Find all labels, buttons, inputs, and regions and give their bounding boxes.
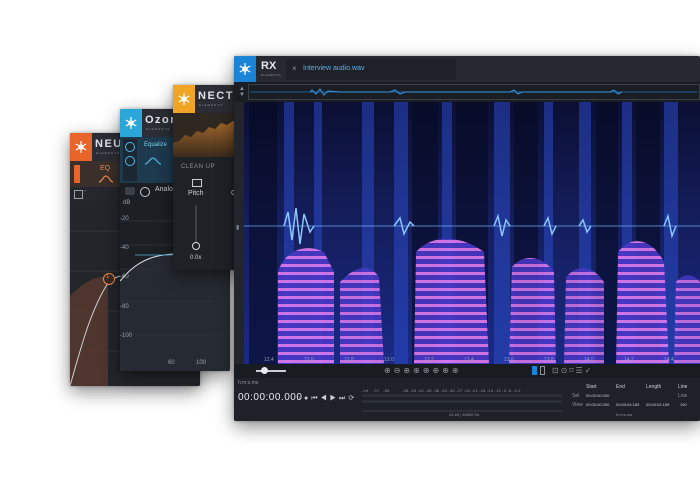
rx-tool-icons[interactable]: ⊡⊙⌑☰✓ <box>552 366 593 375</box>
rx-sel-footer: h:m:s.ms <box>616 412 633 417</box>
svg-text:13.6: 13.6 <box>504 357 514 363</box>
ozone-logo-icon <box>120 109 142 137</box>
rx-sel-header-end: End <box>616 384 625 390</box>
rx-rail-handle-icon[interactable]: ▮ <box>236 224 239 231</box>
ozone-x-tick: 60 <box>168 360 175 366</box>
ozone-globe-icon[interactable] <box>140 187 150 197</box>
rx-low-label: Low <box>678 393 688 399</box>
ozone-y-tick: -100 <box>120 333 133 339</box>
rx-overview-toggle-icon[interactable]: ▲ ▼ <box>239 86 245 98</box>
rx-meter-ticks: -inf -70 -60 -48 -45 -42 -39 -36 -33 -30… <box>362 388 521 393</box>
svg-text:12.6: 12.6 <box>304 357 314 363</box>
nectar-pitch-icon <box>192 179 202 187</box>
ozone-module-label[interactable]: Equalize <box>144 142 167 148</box>
rx-sel-row-label: Sel <box>572 393 580 399</box>
rx-overview-strip[interactable]: ▲ ▼ <box>234 82 700 102</box>
neutron-grid-icon[interactable] <box>74 190 83 199</box>
rx-hz-value[interactable]: 190 <box>680 402 687 407</box>
neutron-eq-tab[interactable]: EQ <box>100 165 110 172</box>
svg-text:13.4: 13.4 <box>464 357 474 363</box>
svg-text:12.8: 12.8 <box>344 357 354 363</box>
rx-overview-waveform <box>250 88 698 96</box>
rx-file-tab-label: Interview audio.wav <box>303 65 365 72</box>
neutron-module-indicator <box>74 165 80 183</box>
rx-sel-header-length: Length <box>646 384 662 390</box>
ozone-db-unit: dB <box>123 200 131 206</box>
nectar-section-label: CLEAN UP <box>181 164 216 170</box>
rx-window: RX ELEMENTS × Interview audio.wav ▲▼ ▮ <box>234 56 700 421</box>
svg-text:14.2: 14.2 <box>624 357 634 363</box>
rx-zoom-icons[interactable]: ⊕⊖⊕⊕⊕⊕⊕⊕ <box>384 366 462 375</box>
ozone-module-icon-2[interactable] <box>125 156 135 166</box>
rx-transport-area: h:m:s.ms 00:00:00.000 ∩●⏮◀▶⏭⟳ -inf -70 -… <box>234 378 700 421</box>
close-icon[interactable]: × <box>292 64 297 73</box>
rx-view-start-value[interactable]: 00:00:00.000 <box>586 402 609 407</box>
neutron-subtitle: ELEMENTS <box>96 151 121 155</box>
rx-bit-info: 24-bit | 48000 Hz <box>449 412 480 417</box>
svg-text:12.4: 12.4 <box>264 357 274 363</box>
rx-sel-header-start: Start <box>586 384 597 390</box>
rx-brand-sub: ELEMENTS <box>261 73 282 77</box>
nectar-pitch-label: Pitch <box>188 190 204 197</box>
rx-title-bar: RX ELEMENTS × Interview audio.wav <box>234 56 700 82</box>
rx-zoom-handle[interactable] <box>261 367 268 374</box>
ozone-subtitle: ELEMENTS <box>146 127 171 131</box>
svg-text:13.2: 13.2 <box>424 357 434 363</box>
nectar-pitch-value: 0.0x <box>190 255 202 261</box>
rx-left-rail: ▮ <box>234 102 244 364</box>
rx-sel-start-value[interactable]: 00:00:00.000 <box>586 393 609 398</box>
rx-bottom-toolbar: ⊕⊖⊕⊕⊕⊕⊕⊕ ⊡⊙⌑☰✓ <box>234 364 700 378</box>
nectar-subtitle: ELEMENTS <box>199 103 224 107</box>
nectar-pitch-slider-handle[interactable] <box>192 242 200 250</box>
rx-spectrogram[interactable]: 12.4 12.6 12.8 13.0 13.2 13.4 13.6 13.8 14.0 14… <box>244 102 700 364</box>
svg-text:14.0: 14.0 <box>584 357 594 363</box>
svg-text:13.0: 13.0 <box>384 357 394 363</box>
rx-line-label: Line <box>678 384 688 390</box>
rx-logo-icon <box>234 56 256 82</box>
rx-tool-time-button[interactable] <box>540 366 545 375</box>
rx-format-label[interactable]: h:m:s.ms <box>238 380 258 386</box>
ozone-link-icon[interactable] <box>125 187 135 195</box>
rx-transport-icons[interactable]: ∩●⏮◀▶⏭⟳ <box>296 394 357 403</box>
rx-file-tab[interactable]: × Interview audio.wav <box>286 59 456 80</box>
neutron-logo-icon <box>70 133 92 161</box>
neutron-scale-minus: - <box>84 188 87 195</box>
ozone-y-tick: -20 <box>120 216 129 222</box>
svg-text:14.4: 14.4 <box>664 357 674 363</box>
neutron-name: NEU <box>95 138 123 150</box>
ozone-y-tick: -40 <box>120 245 129 251</box>
rx-selection-panel: Start End Length Sel 00:00:00.000 View 0… <box>572 380 700 421</box>
rx-brand: RX <box>261 60 277 72</box>
rx-timecode: 00:00:00.000 <box>238 392 303 403</box>
ozone-eq-icon <box>144 157 162 165</box>
ozone-module-icon-1[interactable] <box>125 142 135 152</box>
neutron-eq-icon <box>98 175 114 183</box>
nectar-logo-icon <box>173 85 195 113</box>
ozone-y-tick: -60 <box>120 274 129 280</box>
rx-view-end-value[interactable]: 00:00:04.189 <box>616 402 639 407</box>
rx-view-row-label: View <box>572 402 583 408</box>
rx-tool-select-button[interactable] <box>532 366 537 375</box>
ozone-x-tick: 100 <box>196 360 207 366</box>
nectar-name: NECT <box>198 90 234 102</box>
rx-view-length-value[interactable]: 00:00:04.189 <box>646 402 669 407</box>
neutron-band-label: 1 <box>106 274 110 280</box>
svg-text:13.8: 13.8 <box>544 357 554 363</box>
ozone-y-tick: -80 <box>120 304 129 310</box>
